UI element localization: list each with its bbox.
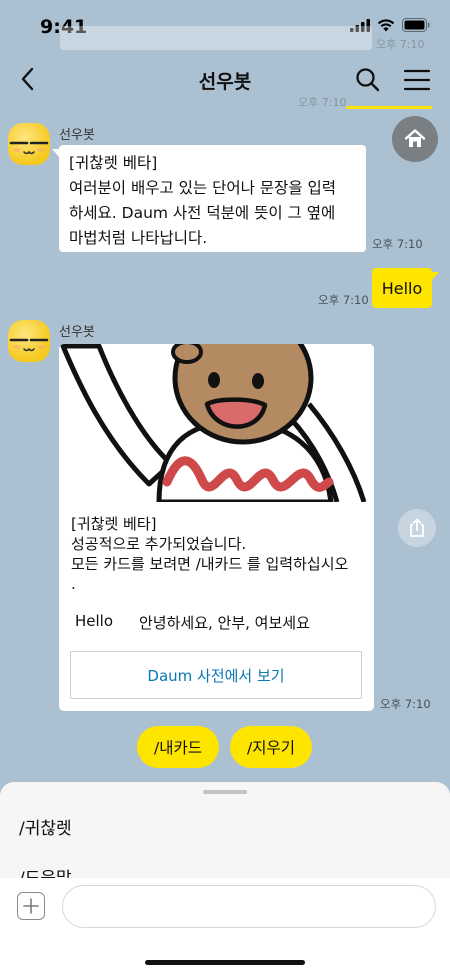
chat-header: 선우봇: [0, 52, 450, 109]
hamburger-menu-icon: [403, 69, 431, 91]
message-line: [귀찮렛 베타]: [69, 154, 158, 172]
home-icon: [404, 129, 426, 147]
share-button[interactable]: [398, 509, 436, 547]
menu-button[interactable]: [403, 67, 431, 93]
header-highlight-bar: [346, 106, 432, 109]
home-button[interactable]: [392, 116, 438, 162]
quick-reply-clear[interactable]: /지우기: [230, 726, 312, 768]
wifi-icon: [377, 19, 395, 32]
card-line: [귀찮렛 베타]: [71, 515, 157, 533]
message-line: 여러분이 배우고 있는 단어나 문장을 입력: [69, 179, 337, 197]
sheet-handle[interactable]: [203, 790, 247, 794]
search-button[interactable]: [353, 65, 383, 95]
attach-button[interactable]: [17, 892, 45, 920]
bot-face-icon: [9, 338, 49, 352]
word-card[interactable]: [귀찮렛 베타] 성공적으로 추가되었습니다. 모든 카드를 보려면 /내카드 …: [59, 344, 374, 711]
message-input[interactable]: [62, 885, 436, 928]
battery-icon: [402, 18, 430, 32]
command-item[interactable]: /귀찮렛: [19, 814, 72, 839]
user-message-bubble[interactable]: Hello: [372, 268, 439, 308]
share-icon: [410, 518, 424, 537]
search-icon: [356, 68, 380, 92]
message-line: 하세요. Daum 사전 덕분에 뜻이 그 옆에: [69, 204, 336, 222]
bot-message-bubble[interactable]: [귀찮렛 베타] 여러분이 배우고 있는 단어나 문장을 입력 하세요. Dau…: [52, 145, 366, 252]
command-sheet: /귀찮렛 /도움말: [0, 782, 450, 882]
card-line: 성공적으로 추가되었습니다.: [71, 535, 247, 553]
ghost-time: 오후 7:10: [376, 38, 425, 51]
card-illustration: [59, 344, 374, 502]
message-input-bar: [0, 878, 450, 974]
message-time: 오후 7:10: [318, 293, 369, 307]
message-line: 마법처럼 나타납니다.: [69, 229, 208, 247]
back-button[interactable]: [14, 64, 44, 94]
message-time: 오후 7:10: [372, 237, 423, 251]
previous-message-ghost: [60, 26, 372, 50]
bot-avatar[interactable]: [8, 123, 50, 165]
message-time: 오후 7:10: [380, 697, 431, 711]
chevron-left-icon: [21, 67, 34, 91]
card-meaning: 안녕하세요, 안부, 여보세요: [139, 614, 310, 632]
card-line: 모든 카드를 보려면 /내카드 를 입력하십시오: [71, 555, 349, 573]
waving-character-illustration: [59, 344, 374, 502]
home-indicator: [145, 960, 305, 965]
sender-name: 선우봇: [59, 325, 95, 340]
quick-reply-my-cards[interactable]: /내카드: [137, 726, 219, 768]
sender-name: 선우봇: [59, 128, 95, 143]
bot-face-icon: [9, 141, 49, 155]
card-word: Hello: [75, 612, 114, 630]
bot-avatar[interactable]: [8, 320, 50, 362]
card-line: .: [71, 575, 76, 593]
message-text: Hello: [381, 278, 423, 298]
card-body-text: [귀찮렛 베타] 성공적으로 추가되었습니다. 모든 카드를 보려면 /내카드 …: [71, 514, 367, 594]
plus-icon: [23, 898, 39, 914]
daum-dictionary-button[interactable]: Daum 사전에서 보기: [70, 651, 362, 699]
